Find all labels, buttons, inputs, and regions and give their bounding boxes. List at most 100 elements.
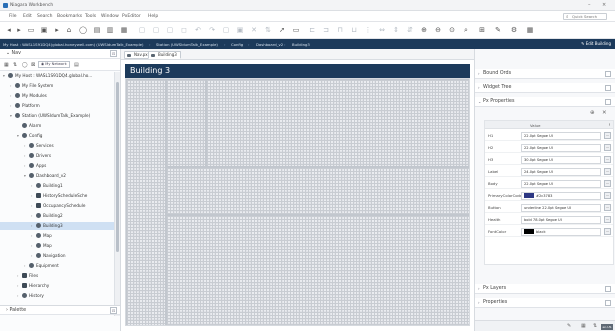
- tree-item[interactable]: › Apps: [0, 162, 114, 170]
- property-browse-button[interactable]: …: [604, 192, 611, 199]
- property-row[interactable]: Button underline 22.0pt Segoe UI…: [485, 202, 613, 213]
- property-row[interactable]: Label 24.0pt Segoe UI…: [485, 166, 613, 177]
- snap-icon[interactable]: ⇅: [593, 323, 597, 329]
- nav-tree-icon[interactable]: ▦: [4, 62, 9, 68]
- tree-item[interactable]: ▾ My Host : WASL1S91DQ4.global.ho...: [0, 72, 114, 80]
- px-canvas[interactable]: [125, 78, 470, 326]
- nav-maximize-button[interactable]: ⊡: [110, 50, 117, 57]
- up-level-icon[interactable]: ▭: [27, 26, 35, 34]
- distribute-v-icon[interactable]: ⋮: [364, 26, 372, 34]
- edit-pen-icon[interactable]: ✎: [567, 323, 571, 329]
- property-row[interactable]: Health bold 78.0pt Segoe UI…: [485, 214, 613, 225]
- property-value-field[interactable]: 22.0pt Segoe UI: [521, 179, 601, 188]
- property-browse-button[interactable]: …: [604, 228, 611, 235]
- nav-sync-icon[interactable]: ⇅: [13, 62, 17, 68]
- menu-edit[interactable]: Edit: [23, 14, 32, 19]
- nav-network-select[interactable]: ◉ My Network: [38, 61, 70, 68]
- nav-scrollbar[interactable]: [114, 72, 120, 316]
- size-icon[interactable]: ⇔: [378, 26, 386, 34]
- canvas-pane[interactable]: [166, 79, 206, 167]
- tree-item[interactable]: › My File System: [0, 82, 114, 90]
- menu-help[interactable]: Help: [148, 14, 158, 19]
- px-properties-header[interactable]: ⌄ Px Properties: [475, 97, 615, 107]
- property-value-field[interactable]: 24.0pt Segoe UI: [521, 167, 601, 176]
- breadcrumb-station[interactable]: Station (UWSIdumTalk_Example): [156, 42, 218, 47]
- canvas-pane[interactable]: [166, 167, 469, 215]
- new-icon[interactable]: ◯: [79, 26, 87, 34]
- quick-search-box[interactable]: ⌕: [563, 13, 607, 20]
- quick-search-input[interactable]: [572, 14, 606, 19]
- tree-item[interactable]: ▾ Dashboard_v2: [0, 172, 114, 180]
- breadcrumb-config[interactable]: Config: [231, 42, 243, 47]
- edit-mode-icon[interactable]: ✎: [494, 26, 502, 34]
- align-center-icon[interactable]: ⊐: [322, 26, 330, 34]
- property-row[interactable]: H3 30.0pt Segoe UI…: [485, 154, 613, 165]
- nav-options-icon[interactable]: ▤: [74, 62, 79, 68]
- menu-window[interactable]: Window: [101, 14, 119, 19]
- property-value-field[interactable]: black: [521, 227, 601, 236]
- arrange-icon[interactable]: ⇅: [264, 26, 272, 34]
- property-value-field[interactable]: bold 78.0pt Segoe UI: [521, 215, 601, 224]
- property-row[interactable]: FontColor black…: [485, 226, 613, 237]
- forward-icon[interactable]: ▸: [15, 26, 23, 34]
- tree-item[interactable]: › History: [0, 292, 114, 300]
- pan-icon[interactable]: ▭: [292, 26, 300, 34]
- close-button[interactable]: ×: [602, 2, 606, 8]
- undo-icon[interactable]: ↶: [194, 26, 202, 34]
- nav-close-icon[interactable]: ⊠: [31, 62, 35, 68]
- order-icon[interactable]: ⇵: [406, 26, 414, 34]
- properties-header[interactable]: › Properties: [475, 298, 615, 308]
- tree-item[interactable]: › Drivers: [0, 152, 114, 160]
- group-icon[interactable]: ▣: [236, 26, 244, 34]
- tree-item[interactable]: › Equipment: [0, 262, 114, 270]
- tree-item[interactable]: › Building2: [0, 212, 114, 220]
- property-value-field[interactable]: underline 22.0pt Segoe UI: [521, 203, 601, 212]
- breadcrumb-building3[interactable]: Building3: [292, 42, 310, 47]
- align-right-icon[interactable]: ⊓: [336, 26, 344, 34]
- distribute-h-icon[interactable]: ⊔: [350, 26, 358, 34]
- tree-item[interactable]: › Map: [0, 232, 114, 240]
- spacing-icon[interactable]: ⇕: [392, 26, 400, 34]
- properties-maximize-button[interactable]: [605, 299, 611, 306]
- tree-item[interactable]: › Services: [0, 142, 114, 150]
- home-icon[interactable]: ⌂: [65, 26, 73, 34]
- duplicate-icon[interactable]: ◻: [180, 26, 188, 34]
- property-value-field[interactable]: 22.0pt Segoe UI: [521, 143, 601, 152]
- px-layers-maximize-button[interactable]: [605, 285, 611, 292]
- breadcrumb-dashboard[interactable]: Dashboard_v2: [256, 42, 283, 47]
- property-browse-button[interactable]: …: [604, 216, 611, 223]
- grid-toggle-icon[interactable]: ▦: [581, 323, 586, 329]
- px-layers-header[interactable]: › Px Layers: [475, 284, 615, 294]
- menu-search[interactable]: Search: [37, 14, 52, 19]
- delete-icon[interactable]: ✕: [250, 26, 258, 34]
- value-column-header[interactable]: Value: [530, 123, 540, 128]
- property-row[interactable]: Body 22.0pt Segoe UI…: [485, 178, 613, 189]
- layers-icon[interactable]: ▦: [526, 26, 534, 34]
- widget-tree-maximize-button[interactable]: [605, 84, 611, 91]
- tree-item[interactable]: › HistoryScheduleSche: [0, 192, 114, 200]
- property-browse-button[interactable]: …: [604, 144, 611, 151]
- minimize-button[interactable]: –: [588, 2, 591, 8]
- layout-icon[interactable]: ▦: [120, 26, 128, 34]
- save-all-icon[interactable]: ▥: [106, 26, 114, 34]
- color-swatch[interactable]: [524, 228, 534, 234]
- tree-item[interactable]: ▾ Station (UWSIdumTalk_Example): [0, 112, 114, 120]
- property-browse-button[interactable]: …: [604, 204, 611, 211]
- canvas-pane[interactable]: [206, 79, 469, 167]
- zoom-out-icon[interactable]: ⊖: [434, 26, 442, 34]
- palette-maximize-button[interactable]: ⊡: [110, 307, 117, 314]
- property-value-field[interactable]: #2c3783: [521, 191, 601, 200]
- tree-item[interactable]: › OccupancySchedule: [0, 202, 114, 210]
- color-swatch[interactable]: [524, 192, 534, 198]
- tree-item[interactable]: › Platform: [0, 102, 114, 110]
- bound-ords-maximize-button[interactable]: [605, 70, 611, 77]
- align-left-icon[interactable]: ⊏: [308, 26, 316, 34]
- remove-property-icon[interactable]: ✕: [602, 110, 607, 116]
- back-icon[interactable]: ◂: [5, 26, 13, 34]
- canvas-title[interactable]: Building 3: [125, 64, 470, 78]
- nav-scroll-thumb[interactable]: [116, 82, 119, 252]
- zoom-fit-icon[interactable]: ⊙: [448, 26, 456, 34]
- tree-item[interactable]: › Hierarchy: [0, 282, 114, 290]
- property-browse-button[interactable]: …: [604, 180, 611, 187]
- tree-item[interactable]: › Building1: [0, 182, 114, 190]
